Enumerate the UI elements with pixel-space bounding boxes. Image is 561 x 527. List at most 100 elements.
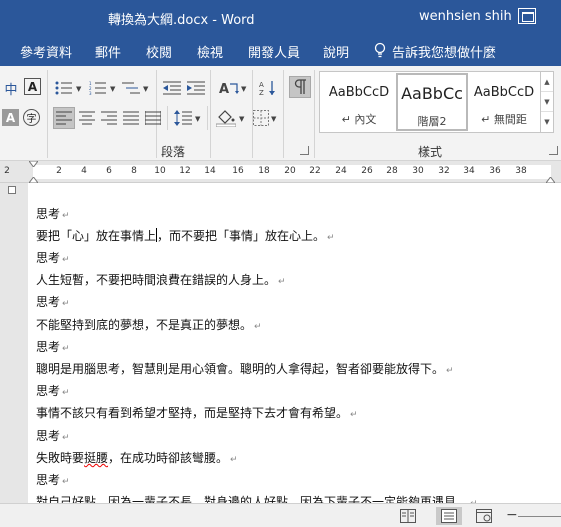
spelling-error-text[interactable]: 挺腰	[84, 451, 108, 465]
ruler-tick-label: 26	[361, 166, 373, 176]
multilevel-list-button[interactable]	[121, 78, 141, 98]
align-right-button[interactable]	[99, 108, 119, 128]
decrease-indent-button[interactable]	[162, 78, 182, 98]
zoom-out-button[interactable]: −	[506, 507, 518, 523]
tab-mailings[interactable]: 郵件	[95, 42, 121, 61]
asian-layout-button[interactable]: A	[219, 78, 239, 98]
styles-gallery: AaBbCcD ↵ 內文 AaBbCc 階層2 AaBbCcD ↵ 無間距	[319, 71, 541, 133]
line-text: 思考	[36, 295, 61, 309]
line-spacing-icon	[174, 110, 192, 126]
shading-dropdown-icon[interactable]: ▼	[239, 115, 244, 123]
style-preview: AaBbCcD	[328, 85, 390, 100]
horizontal-ruler[interactable]: 2 2 4 6 8 10 12 14 16 18 20 22 24 26 28 …	[0, 161, 561, 183]
zoom-slider[interactable]	[518, 516, 561, 517]
align-center-icon	[79, 111, 95, 125]
justify-button[interactable]	[121, 108, 141, 128]
document-line: 人生短暫，不要把時間浪費在錯誤的人身上。 ↵	[36, 271, 286, 288]
status-bar: −	[0, 503, 561, 527]
line-text: ，在成功時卻該彎腰。	[108, 451, 229, 465]
distributed-button[interactable]	[143, 108, 163, 128]
document-line: 思考 ↵	[36, 249, 70, 266]
paragraph-dialog-launcher-icon[interactable]	[300, 146, 309, 155]
line-text: 事情不該只有看到希望才堅持，而是堅持下去才會有希望。	[36, 406, 349, 420]
multilevel-dropdown-icon[interactable]: ▼	[143, 85, 148, 93]
line-text: 聰明是用腦思考，智慧則是用心領會。聰明的人拿得起，智者卻要能放得下。	[36, 362, 445, 376]
tab-references[interactable]: 參考資料	[20, 42, 72, 61]
character-border-button[interactable]: A	[24, 78, 41, 95]
tell-me-search[interactable]: 告訴我您想做什麼	[392, 42, 496, 61]
phonetic-guide-button[interactable]: 中	[3, 78, 19, 98]
increase-indent-button[interactable]	[186, 78, 206, 98]
tab-review[interactable]: 校閱	[146, 42, 172, 61]
character-border-label: A	[27, 79, 38, 94]
paragraph-mark: ↵	[62, 388, 70, 398]
bullets-button[interactable]	[54, 78, 74, 98]
paragraph-mark: ↵	[62, 255, 70, 265]
paragraph-mark: ↵	[350, 410, 358, 420]
bullets-dropdown-icon[interactable]: ▼	[76, 85, 81, 93]
print-layout-icon	[441, 509, 457, 523]
paragraph-mark: ↵	[278, 277, 286, 287]
document-line: 思考 ↵	[36, 205, 70, 222]
ruler-tick-label: 24	[335, 166, 347, 176]
document-line: 聰明是用腦思考，智慧則是用心領會。聰明的人拿得起，智者卻要能放得下。 ↵	[36, 360, 454, 377]
print-layout-button[interactable]	[436, 507, 462, 525]
read-mode-button[interactable]	[398, 507, 418, 525]
document-line: 思考 ↵	[36, 338, 70, 355]
ruler-tick-label: 22	[309, 166, 321, 176]
tab-view[interactable]: 檢視	[197, 42, 223, 61]
sort-button[interactable]: AZ	[258, 78, 278, 98]
document-line: 思考 ↵	[36, 382, 70, 399]
styles-scroll: ▲ ▼ ▼	[541, 71, 554, 133]
styles-scroll-down-icon[interactable]: ▼	[541, 92, 553, 112]
styles-scroll-up-icon[interactable]: ▲	[541, 72, 553, 92]
line-spacing-button[interactable]	[173, 108, 193, 128]
show-hide-marks-button[interactable]	[289, 76, 311, 98]
style-normal[interactable]: AaBbCcD ↵ 內文	[323, 73, 395, 131]
character-shading-button[interactable]: A	[2, 109, 19, 126]
ruler-tick-label: 14	[204, 166, 216, 176]
numbering-button[interactable]: 123	[88, 78, 108, 98]
style-heading2[interactable]: AaBbCc 階層2	[396, 73, 468, 131]
align-center-button[interactable]	[77, 108, 97, 128]
web-layout-button[interactable]	[474, 507, 494, 525]
numbering-dropdown-icon[interactable]: ▼	[110, 85, 115, 93]
document-line: 事情不該只有看到希望才堅持，而是堅持下去才會有希望。 ↵	[36, 404, 358, 421]
document-body[interactable]: 思考 ↵ 要把「心」放在事情上，而不要把「事情」放在心上。 ↵ 思考 ↵ 人生短暫，不…	[28, 183, 561, 503]
ruler-tick-label: 2	[56, 166, 62, 176]
styles-dialog-launcher-icon[interactable]	[549, 146, 558, 155]
ruler-tick-label: 30	[412, 166, 424, 176]
svg-text:Z: Z	[259, 89, 264, 96]
styles-more-icon[interactable]: ▼	[541, 112, 553, 132]
ribbon: 中 A ▼ 123 ▼ ▼ A ▼ AZ A 字 ▼ ▼ ▼ 段落 AaBbCc…	[0, 66, 561, 161]
paragraph-mark: ↵	[254, 322, 262, 332]
group-divider	[167, 106, 168, 130]
vertical-ruler	[0, 183, 28, 503]
tab-developer[interactable]: 開發人員	[248, 42, 300, 61]
paragraph-mark-icon	[294, 79, 306, 94]
asian-layout-icon: A	[219, 82, 239, 96]
asian-layout-dropdown-icon[interactable]: ▼	[241, 85, 246, 93]
ruler-tick-label: 20	[284, 166, 296, 176]
ruler-tick-label: 36	[489, 166, 501, 176]
line-text: 思考	[36, 429, 61, 443]
align-left-button[interactable]	[53, 107, 75, 129]
borders-button[interactable]	[251, 108, 271, 128]
svg-text:A: A	[259, 81, 264, 89]
enclose-characters-label: 字	[26, 114, 37, 125]
ribbon-display-options-icon[interactable]	[518, 8, 536, 24]
paragraph-mark: ↵	[62, 211, 70, 221]
shading-button[interactable]	[216, 108, 236, 128]
group-divider	[207, 106, 208, 130]
enclose-characters-button[interactable]: 字	[23, 109, 40, 126]
account-name[interactable]: wenhsien shih	[419, 9, 512, 24]
first-line-indent-icon[interactable]	[29, 161, 38, 167]
line-text: 對自己好點，因為一輩子不長，對身邊的人好點，因為下輩子不一定能夠再遇見。	[36, 495, 469, 503]
paragraph-mark: ↵	[62, 344, 70, 354]
line-text: 思考	[36, 473, 61, 487]
line-spacing-dropdown-icon[interactable]: ▼	[195, 115, 200, 123]
left-indent-icon[interactable]	[8, 186, 16, 194]
style-no-spacing[interactable]: AaBbCcD ↵ 無間距	[468, 73, 540, 131]
borders-dropdown-icon[interactable]: ▼	[271, 115, 276, 123]
tab-help[interactable]: 說明	[323, 42, 349, 61]
